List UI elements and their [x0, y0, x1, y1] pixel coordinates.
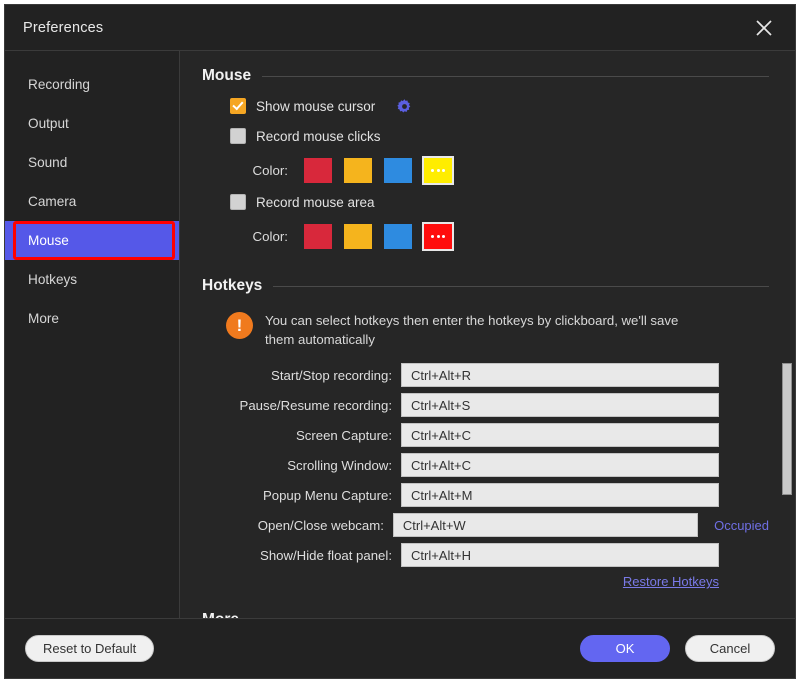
sidebar-item-more[interactable]: More	[5, 299, 179, 338]
show-mouse-cursor-checkbox[interactable]	[230, 98, 246, 114]
record-mouse-area-row: Record mouse area	[202, 187, 769, 217]
record-mouse-area-label: Record mouse area	[256, 194, 375, 210]
record-area-color-row: Color:	[202, 219, 769, 253]
hotkey-input[interactable]	[401, 483, 719, 508]
color-swatch-more[interactable]	[422, 155, 454, 185]
window-body: Recording Output Sound Camera Mouse Hotk…	[5, 51, 795, 618]
hotkey-label: Scrolling Window:	[287, 457, 392, 473]
sidebar-item-label: Output	[28, 116, 69, 131]
record-clicks-swatches	[304, 155, 454, 185]
record-mouse-clicks-row: Record mouse clicks	[202, 121, 769, 151]
scrollbar[interactable]	[781, 51, 793, 618]
hotkeys-section: Hotkeys ! You can select hotkeys then en…	[202, 277, 769, 589]
gear-icon[interactable]	[396, 98, 413, 115]
reset-to-default-button[interactable]: Reset to Default	[25, 635, 155, 662]
window-title: Preferences	[23, 19, 104, 36]
hotkey-label: Screen Capture:	[295, 427, 392, 443]
color-swatch-red[interactable]	[304, 223, 332, 249]
hotkey-label: Open/Close webcam:	[257, 517, 384, 533]
more-section-header: More	[202, 611, 769, 618]
hotkey-input[interactable]	[392, 513, 699, 538]
hotkey-row-scrolling-window: Scrolling Window:	[202, 452, 769, 478]
sidebar-item-label: Sound	[28, 155, 68, 170]
section-title: More	[202, 611, 239, 618]
hotkey-label: Start/Stop recording:	[271, 367, 392, 383]
preferences-window: Preferences Recording Output Sound Camer…	[4, 4, 796, 679]
record-mouse-clicks-label: Record mouse clicks	[256, 128, 381, 144]
more-colors-icon	[431, 234, 445, 238]
record-mouse-clicks-checkbox[interactable]	[230, 128, 246, 144]
hotkey-label: Show/Hide float panel:	[260, 547, 392, 563]
hotkey-input[interactable]	[401, 453, 719, 478]
color-swatch-more[interactable]	[422, 221, 454, 251]
hotkey-row-popup-menu-capture: Popup Menu Capture:	[202, 482, 769, 508]
sidebar-item-output[interactable]: Output	[5, 104, 179, 143]
hotkey-status-badge: Occupied	[714, 517, 769, 533]
section-title: Mouse	[202, 67, 252, 84]
hotkey-label: Pause/Resume recording:	[239, 397, 392, 413]
hotkey-row-start-stop-recording: Start/Stop recording:	[202, 362, 769, 388]
section-title: Hotkeys	[202, 277, 263, 294]
hotkeys-notice-text: You can select hotkeys then enter the ho…	[265, 313, 679, 348]
sidebar-item-mouse[interactable]: Mouse	[5, 221, 179, 260]
more-colors-icon	[431, 168, 445, 172]
sidebar-item-label: Mouse	[28, 233, 69, 248]
hotkey-input[interactable]	[401, 393, 719, 418]
restore-hotkeys-link[interactable]: Restore Hotkeys	[623, 574, 719, 589]
hotkey-row-open-close-webcam: Open/Close webcam: Occupied	[202, 512, 769, 538]
sidebar-item-sound[interactable]: Sound	[5, 143, 179, 182]
sidebar-item-label: Camera	[28, 194, 77, 209]
info-exclamation-icon: !	[226, 312, 253, 339]
hotkey-row-screen-capture: Screen Capture:	[202, 422, 769, 448]
settings-content: Mouse Show mouse cursor Record mouse cli…	[180, 51, 795, 618]
section-divider	[273, 285, 769, 287]
close-icon[interactable]	[749, 13, 779, 43]
main-panel: Mouse Show mouse cursor Record mouse cli…	[180, 51, 795, 618]
sidebar-item-label: Hotkeys	[28, 272, 78, 287]
color-label: Color:	[252, 228, 288, 244]
sidebar-item-label: More	[28, 311, 59, 326]
show-mouse-cursor-row: Show mouse cursor	[202, 91, 769, 121]
color-label: Color:	[252, 162, 288, 178]
record-area-swatches	[304, 221, 454, 251]
footer-bar: Reset to Default OK Cancel	[5, 618, 795, 678]
sidebar-item-hotkeys[interactable]: Hotkeys	[5, 260, 179, 299]
cancel-button[interactable]: Cancel	[685, 635, 775, 662]
show-mouse-cursor-label: Show mouse cursor	[256, 98, 376, 114]
hotkeys-list: Start/Stop recording: Pause/Resume recor…	[202, 362, 769, 589]
section-divider	[262, 75, 769, 77]
ok-button[interactable]: OK	[580, 635, 670, 662]
restore-hotkeys-row: Restore Hotkeys	[202, 574, 719, 589]
hotkeys-section-header: Hotkeys	[202, 277, 769, 295]
color-swatch-blue[interactable]	[384, 223, 412, 249]
color-swatch-red[interactable]	[304, 157, 332, 183]
hotkey-input[interactable]	[401, 363, 719, 388]
hotkey-row-show-hide-float-panel: Show/Hide float panel:	[202, 542, 769, 568]
hotkey-label: Popup Menu Capture:	[262, 487, 392, 503]
hotkey-input[interactable]	[401, 423, 719, 448]
record-mouse-area-checkbox[interactable]	[230, 194, 246, 210]
sidebar-item-camera[interactable]: Camera	[5, 182, 179, 221]
hotkey-row-pause-resume-recording: Pause/Resume recording:	[202, 392, 769, 418]
mouse-section-header: Mouse	[202, 67, 769, 85]
color-swatch-amber[interactable]	[344, 157, 372, 183]
hotkey-input[interactable]	[401, 543, 719, 568]
sidebar: Recording Output Sound Camera Mouse Hotk…	[5, 51, 180, 618]
hotkeys-notice: ! You can select hotkeys then enter the …	[202, 301, 769, 349]
scrollbar-thumb[interactable]	[782, 363, 792, 495]
sidebar-item-recording[interactable]: Recording	[5, 65, 179, 104]
color-swatch-amber[interactable]	[344, 223, 372, 249]
record-clicks-color-row: Color:	[202, 153, 769, 187]
color-swatch-blue[interactable]	[384, 157, 412, 183]
sidebar-item-label: Recording	[28, 77, 90, 92]
title-bar: Preferences	[5, 5, 795, 51]
